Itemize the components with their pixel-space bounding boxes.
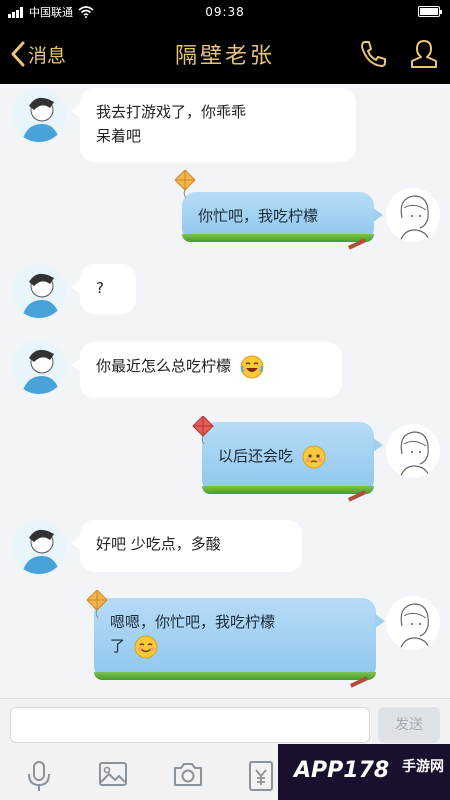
laughing-tears-emoji	[240, 355, 264, 378]
message-text: ?	[96, 279, 104, 297]
red-packet-icon[interactable]	[248, 760, 274, 792]
message-bubble-outgoing[interactable]: 嗯嗯，你忙吧，我吃柠檬 了	[86, 590, 385, 688]
battery-icon	[418, 6, 442, 17]
toolbar: APP178 手游网	[0, 744, 450, 800]
camera-icon[interactable]	[172, 760, 204, 788]
message-bubble-incoming[interactable]: 好吧 少吃点，多酸	[71, 520, 302, 572]
message-text: 你忙吧，我吃柠檬	[198, 207, 319, 225]
contact-avatar[interactable]	[12, 264, 66, 318]
back-label: 消息	[28, 44, 67, 67]
contact-avatar[interactable]	[12, 520, 66, 574]
message-text: 呆着吧	[96, 127, 142, 145]
carrier-name: 中国联通	[29, 6, 73, 19]
app178-watermark: APP178 手游网	[278, 744, 450, 800]
smiling-face-emoji	[134, 635, 158, 658]
message-text: 你最近怎么总吃柠檬	[96, 357, 232, 375]
back-button[interactable]: 消息	[10, 36, 66, 72]
kite-icon	[174, 170, 196, 198]
chevron-left-icon	[11, 41, 25, 67]
message-text: 我去打游戏了，你乖乖	[96, 103, 247, 121]
contact-avatar[interactable]	[12, 88, 66, 142]
my-avatar[interactable]	[386, 188, 440, 242]
person-icon[interactable]	[408, 38, 440, 70]
watermark-sub: 手游网	[402, 759, 444, 775]
message-bubble-incoming[interactable]: ?	[71, 264, 136, 314]
chat-area[interactable]: 我去打游戏了，你乖乖 呆着吧 你忙吧，我吃柠檬 ? 你最近怎么总吃柠檬 以后还会…	[0, 84, 450, 698]
signal-icon	[8, 6, 23, 18]
watermark-text: APP178	[294, 758, 390, 783]
message-bubble-incoming[interactable]: 我去打游戏了，你乖乖 呆着吧	[71, 88, 356, 162]
message-text: 好吧 少吃点，多酸	[96, 535, 221, 553]
message-bubble-outgoing[interactable]: 你忙吧，我吃柠檬	[174, 170, 383, 250]
phone-icon[interactable]	[357, 38, 389, 70]
message-input[interactable]	[10, 707, 370, 743]
pleading-face-emoji	[302, 445, 326, 468]
my-avatar[interactable]	[386, 596, 440, 650]
nav-bar: 消息 隔壁老张	[0, 24, 450, 84]
my-avatar[interactable]	[386, 424, 440, 478]
wifi-icon	[78, 6, 94, 18]
mic-icon[interactable]	[26, 760, 52, 792]
kite-icon	[192, 416, 214, 444]
message-text: 嗯嗯，你忙吧，我吃柠檬	[110, 613, 276, 631]
message-text: 以后还会吃	[218, 447, 294, 465]
send-button[interactable]: 发送	[378, 707, 440, 743]
contact-avatar[interactable]	[12, 340, 66, 394]
status-bar: 中国联通 09:38	[0, 0, 450, 24]
grass-decoration	[202, 486, 374, 494]
grass-decoration	[94, 672, 376, 680]
message-text: 了	[110, 637, 126, 655]
grass-decoration	[182, 234, 374, 242]
kite-icon	[86, 590, 108, 618]
input-bar: 发送	[0, 698, 450, 750]
message-bubble-incoming[interactable]: 你最近怎么总吃柠檬	[71, 342, 342, 398]
message-bubble-outgoing[interactable]: 以后还会吃	[192, 416, 383, 502]
image-icon[interactable]	[98, 760, 128, 788]
